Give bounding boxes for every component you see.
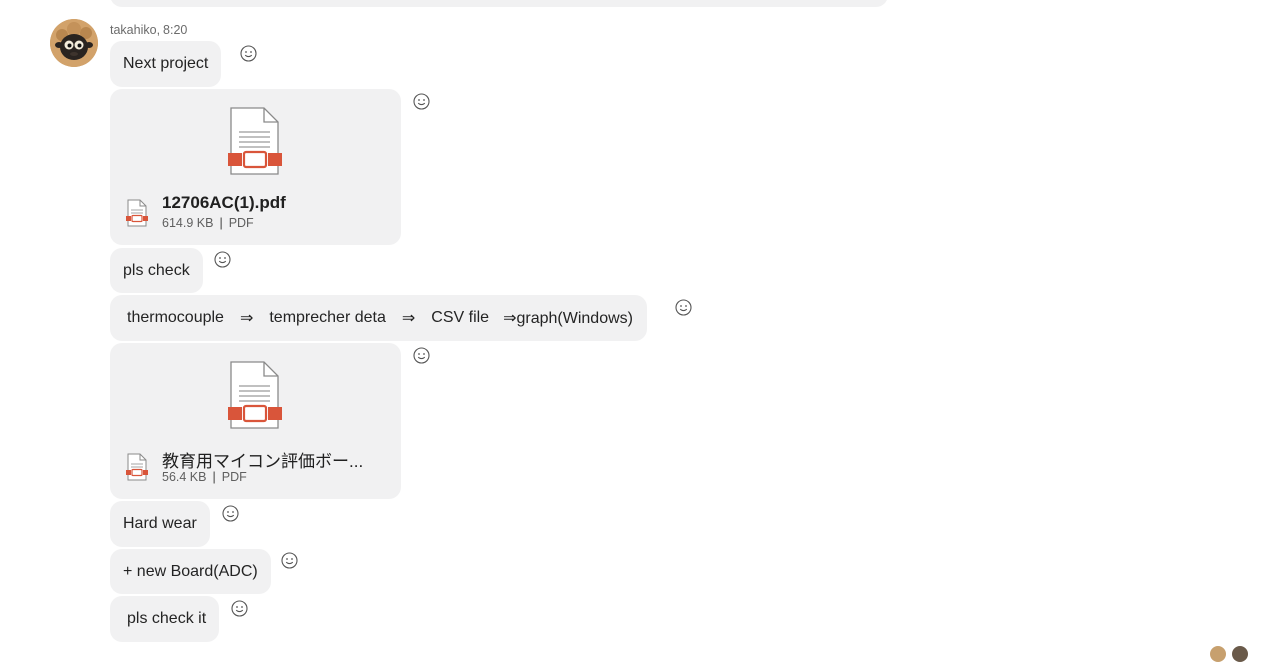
meta-separator: | bbox=[219, 216, 223, 230]
flow-step: ⇒graph(Windows) bbox=[503, 310, 633, 327]
read-receipts bbox=[1208, 646, 1252, 662]
pdf-file-icon bbox=[226, 107, 284, 182]
add-reaction-smiley-icon[interactable] bbox=[212, 249, 232, 269]
flow-step: temprecher deta bbox=[269, 309, 386, 326]
message-bubble[interactable]: pls check it bbox=[110, 596, 220, 642]
add-reaction-smiley-icon[interactable] bbox=[229, 598, 249, 618]
message-text: Next project bbox=[123, 55, 209, 72]
seen-avatar bbox=[1232, 646, 1248, 662]
file-name[interactable]: 教育用マイコン評価ボー... bbox=[162, 447, 363, 472]
message-text: pls check bbox=[123, 261, 190, 279]
message-bubble[interactable]: Next project bbox=[110, 41, 222, 87]
file-meta: 56.4 KB | PDF bbox=[162, 470, 247, 484]
message-text: Hard wear bbox=[123, 515, 197, 532]
pdf-file-icon bbox=[226, 361, 284, 436]
seen-avatar bbox=[1210, 646, 1226, 662]
add-reaction-smiley-icon[interactable] bbox=[238, 43, 258, 63]
message-text: + new Board(ADC) bbox=[123, 562, 258, 580]
pdf-file-small-icon bbox=[125, 453, 149, 486]
flow-step: thermocouple bbox=[127, 309, 224, 326]
add-reaction-smiley-icon[interactable] bbox=[279, 550, 299, 570]
flow-arrow: ⇒ bbox=[239, 310, 254, 327]
add-reaction-smiley-icon[interactable] bbox=[220, 503, 240, 523]
flow-step: CSV file bbox=[431, 309, 490, 326]
file-attachment-card[interactable]: 12706AC(1).pdf 614.9 KB | PDF bbox=[110, 89, 401, 245]
message-bubble[interactable]: pls check bbox=[110, 248, 203, 293]
pdf-file-small-icon bbox=[125, 199, 149, 232]
file-type: PDF bbox=[228, 216, 254, 230]
file-attachment-card[interactable]: 教育用マイコン評価ボー... 56.4 KB | PDF bbox=[110, 343, 401, 499]
meta-separator: | bbox=[212, 470, 216, 484]
file-meta: 614.9 KB | PDF bbox=[162, 216, 254, 230]
message-bubble[interactable]: + new Board(ADC) bbox=[110, 549, 271, 594]
sender-avatar[interactable] bbox=[50, 19, 98, 67]
message-time: 8:20 bbox=[163, 23, 188, 37]
message-bubble[interactable]: thermocouple ⇒ temprecher deta ⇒ CSV fil… bbox=[110, 295, 647, 341]
add-reaction-smiley-icon[interactable] bbox=[411, 345, 431, 365]
previous-message-bubble bbox=[110, 0, 888, 7]
file-name[interactable]: 12706AC(1).pdf bbox=[162, 193, 286, 213]
file-size: 56.4 KB bbox=[162, 470, 207, 484]
file-size: 614.9 KB bbox=[162, 216, 214, 230]
sender-line: takahiko, 8:20 bbox=[110, 23, 187, 37]
sender-name: takahiko bbox=[110, 23, 157, 37]
add-reaction-smiley-icon[interactable] bbox=[673, 297, 693, 317]
message-text: pls check it bbox=[127, 610, 207, 627]
message-bubble[interactable]: Hard wear bbox=[110, 501, 210, 547]
file-type: PDF bbox=[221, 470, 247, 484]
flow-arrow: ⇒ bbox=[401, 310, 416, 327]
add-reaction-smiley-icon[interactable] bbox=[411, 91, 431, 111]
sender-separator: , bbox=[156, 23, 161, 37]
